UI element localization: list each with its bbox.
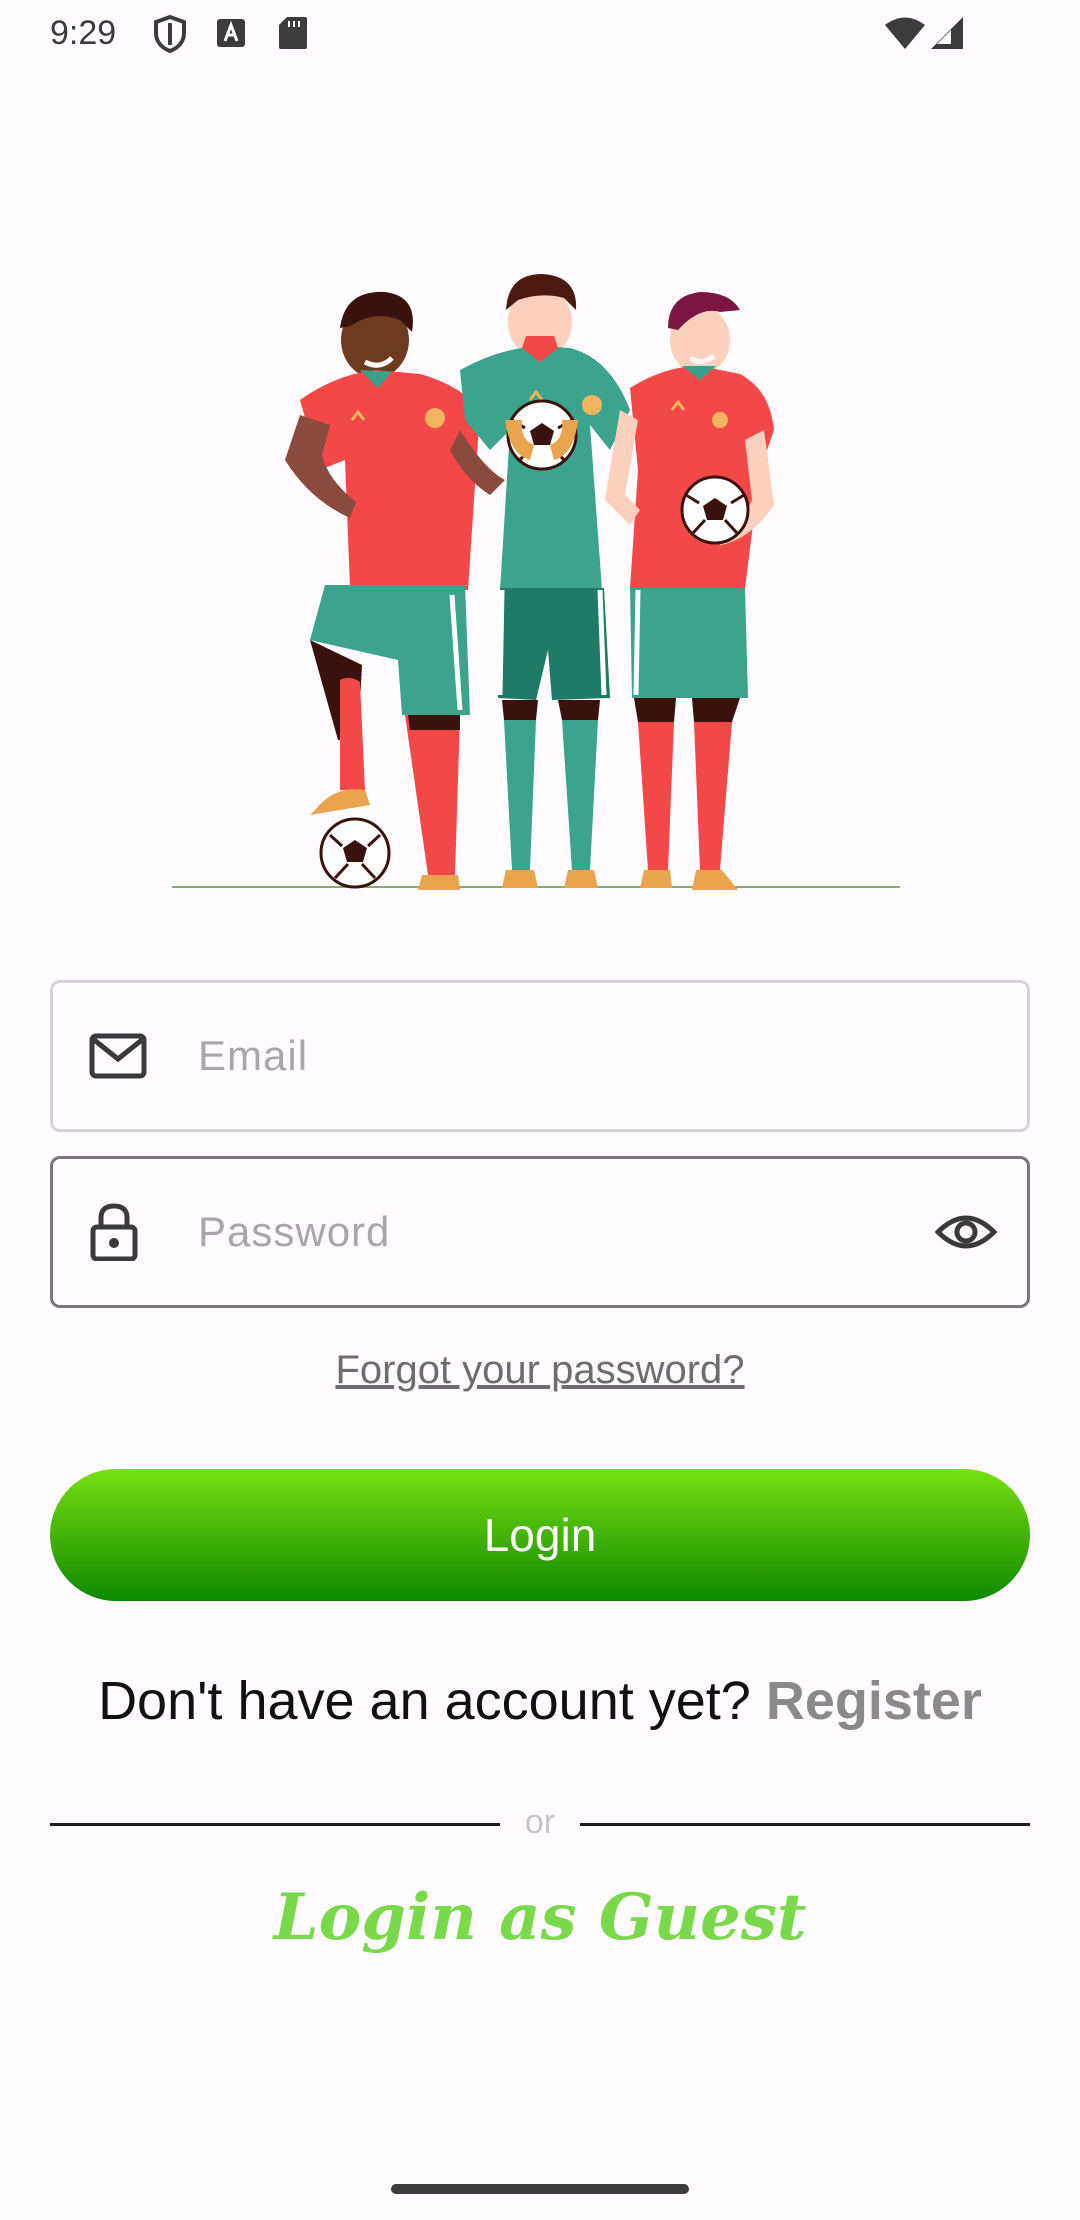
eye-icon[interactable]	[935, 1212, 997, 1252]
register-row: Don't have an account yet? Register	[0, 1670, 1080, 1732]
shield-icon	[154, 14, 186, 54]
login-as-guest-link[interactable]: Login as Guest	[0, 1880, 1080, 1955]
signal-icon	[931, 17, 963, 49]
login-button[interactable]: Login	[50, 1469, 1030, 1601]
divider-or-label: or	[524, 1803, 556, 1841]
sd-card-icon	[279, 17, 307, 49]
password-placeholder: Password	[198, 1208, 391, 1255]
register-link[interactable]: Register	[766, 1671, 982, 1731]
status-bar: 9:29	[0, 0, 1080, 66]
register-prompt: Don't have an account yet?	[98, 1671, 751, 1731]
lock-icon	[90, 1203, 138, 1261]
password-field[interactable]: Password	[50, 1156, 1030, 1308]
email-placeholder: Email	[198, 1032, 309, 1079]
three-football-players-illustration	[172, 274, 900, 890]
home-indicator[interactable]	[391, 2184, 689, 2194]
right-player	[605, 292, 774, 890]
divider-right	[580, 1823, 1030, 1826]
email-field[interactable]: Email	[50, 980, 1030, 1132]
mail-icon	[89, 1033, 147, 1079]
status-time: 9:29	[50, 14, 117, 52]
divider-left	[50, 1823, 500, 1826]
wifi-icon	[885, 17, 925, 49]
middle-player	[460, 274, 630, 888]
login-button-label: Login	[483, 1509, 597, 1561]
forgot-password-link[interactable]: Forgot your password?	[0, 1348, 1080, 1393]
a-text-icon	[217, 19, 245, 47]
